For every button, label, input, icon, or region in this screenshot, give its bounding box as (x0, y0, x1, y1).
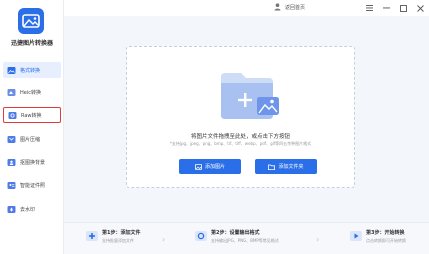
image-format-icon (7, 66, 16, 75)
add-folder-button[interactable]: 添加文件夹 (255, 159, 317, 174)
step-start-convert: 第3步：开始转换 点击转换即可开始转换 (349, 229, 406, 244)
sidebar-item-label: 抠图换背景 (20, 159, 46, 166)
sidebar-item-compress[interactable]: 图片压缩 (3, 131, 61, 147)
sidebar-item-id-photo[interactable]: 智能证件照 (3, 177, 61, 193)
file-drop-zone[interactable]: 将图片文件拖拽至此处，或点击下方按钮 *支持jpg、jpeg、png、bmp、t… (126, 46, 355, 188)
step-output-format: 第2步：设置输出格式 支持输出JPG、PNG、BMP等常见格式 (194, 229, 279, 244)
step-arrow-icon: › (316, 235, 320, 244)
sidebar-item-label: Raw转换 (21, 112, 42, 119)
cutout-icon (7, 158, 16, 167)
convert-step-icon (350, 231, 362, 241)
add-image-button[interactable]: 添加图片 (179, 159, 241, 174)
menu-button[interactable] (364, 3, 374, 13)
add-folder-label: 添加文件夹 (278, 164, 304, 170)
step-arrow-icon: › (162, 235, 166, 244)
heic-icon (7, 88, 16, 97)
person-icon (274, 3, 281, 11)
minimize-icon (382, 7, 390, 9)
sidebar-item-cutout[interactable]: 抠图换背景 (3, 154, 61, 170)
sidebar-item-format-convert[interactable]: 格式转换 (3, 62, 61, 78)
close-icon (416, 4, 424, 12)
drop-zone-title: 将图片文件拖拽至此处，或点击下方按钮 (190, 134, 290, 140)
step-desc: 点击转换即可开始转换 (366, 238, 406, 243)
add-file-step-icon (86, 231, 98, 241)
app-name: 迅捷图片转换器 (10, 40, 53, 47)
step-title: 第1步：添加文件 (102, 230, 141, 236)
sidebar-item-label: 图片压缩 (20, 136, 41, 143)
maximize-button[interactable] (398, 3, 408, 13)
sidebar-item-watermark[interactable]: 去水印 (3, 201, 61, 217)
step-title: 第2步：设置输出格式 (211, 230, 260, 236)
raw-icon (8, 111, 17, 120)
add-image-label: 添加图片 (204, 164, 225, 170)
step-desc: 支持批量添加文件 (102, 238, 134, 243)
compress-icon (7, 135, 16, 144)
folder-icon (268, 164, 276, 170)
step-add-file: 第1步：添加文件 支持批量添加文件 (85, 229, 140, 244)
menu-icon (365, 5, 373, 11)
title-bar: 返回首页 (64, 0, 429, 16)
folder-image-icon (221, 73, 279, 119)
home-label: 返回首页 (285, 4, 306, 11)
id-photo-icon (7, 181, 16, 190)
watermark-icon (7, 205, 16, 214)
sidebar-item-label: Heic转换 (20, 89, 41, 96)
steps-bar: 第1步：添加文件 支持批量添加文件 › 第2步：设置输出格式 支持输出JPG、P… (64, 222, 429, 254)
sidebar-item-heic[interactable]: Heic转换 (3, 84, 61, 100)
sidebar-item-label: 格式转换 (20, 67, 41, 74)
home-link[interactable]: 返回首页 (274, 3, 305, 11)
step-title: 第3步：开始转换 (366, 230, 405, 236)
settings-step-icon (195, 231, 207, 241)
image-icon (194, 163, 202, 170)
minimize-button[interactable] (381, 3, 391, 13)
sidebar: 迅捷图片转换器 格式转换 Heic转换 Raw转换 图片压缩 抠图换背景 智能证… (0, 0, 64, 254)
sidebar-item-raw[interactable]: Raw转换 (3, 107, 61, 123)
sidebar-item-label: 去水印 (20, 206, 36, 213)
sidebar-item-label: 智能证件照 (20, 182, 46, 189)
close-button[interactable] (415, 3, 425, 13)
app-logo (18, 8, 44, 34)
supported-formats-text: *支持jpg、jpeg、png、bmp、tif、tiff、webp、pdf、gi… (169, 141, 312, 146)
step-desc: 支持输出JPG、PNG、BMP等常见格式 (211, 238, 279, 243)
maximize-icon (399, 4, 407, 12)
